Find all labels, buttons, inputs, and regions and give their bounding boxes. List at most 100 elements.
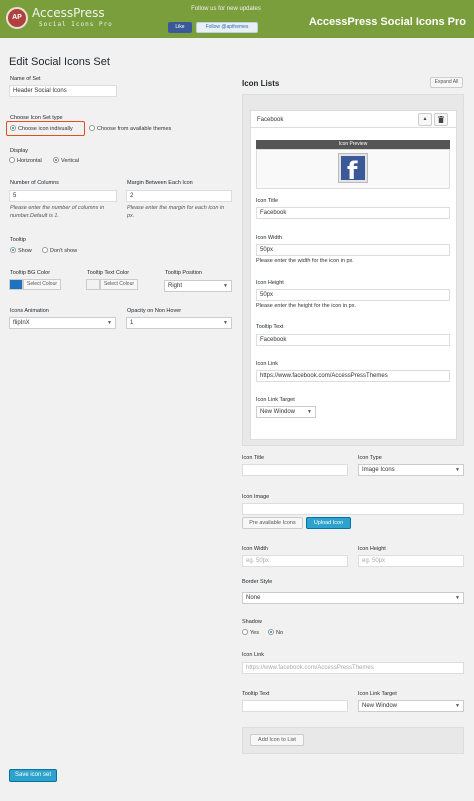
card-icon-height-label: Icon Height [256, 280, 284, 286]
new-link-target-label: Icon Link Target [358, 691, 397, 697]
move-up-button[interactable]: ▲ [418, 113, 432, 126]
follow-text: Follow us for new updates [191, 6, 261, 12]
chevron-down-icon: ▼ [455, 703, 460, 709]
pre-available-icons-button[interactable]: Pre available Icons [242, 517, 303, 529]
new-icon-width-label: Icon Width [242, 546, 268, 552]
new-icon-link-label: Icon Link [242, 652, 265, 658]
animation-label: Icons Animation [10, 308, 49, 314]
logo-subtitle: Social Icons Pro [39, 21, 113, 28]
radio-tooltip-show[interactable]: Show [10, 247, 32, 254]
new-icon-image-label: Icon Image [242, 494, 270, 500]
margin-note: Please enter the margin for each icon in… [127, 205, 225, 219]
product-title: AccessPress Social Icons Pro [308, 16, 466, 28]
chevron-down-icon: ▼ [223, 283, 228, 289]
expand-all-button[interactable]: Expand All [430, 77, 463, 88]
new-icon-title-input[interactable] [242, 464, 348, 476]
facebook-icon: f [339, 154, 367, 185]
card-link-target-label: Icon Link Target [256, 397, 295, 403]
opacity-label: Opacity on Non Hover [127, 308, 182, 314]
new-icon-width-input[interactable]: eg. 50px [242, 555, 348, 567]
radio-choose-individually[interactable]: Choose icon indivually [10, 125, 73, 132]
arrow-up-icon: ▲ [422, 116, 428, 122]
tooltip-position-label: Tooltip Position [165, 270, 202, 276]
animation-select[interactable]: flipInX ▼ [9, 317, 116, 329]
icon-preview-header: Icon Preview [256, 140, 450, 149]
facebook-glyph: f [347, 157, 358, 185]
tooltip-text-label: Tooltip Text Color [87, 270, 130, 276]
radio-label: Show [18, 248, 32, 254]
top-banner: AP AccessPress Social Icons Pro Follow u… [0, 0, 474, 38]
new-icon-type-select[interactable]: Image Icons ▼ [358, 464, 464, 476]
card-icon-width-note: Please enter the width for the icon in p… [256, 258, 354, 264]
new-icon-height-input[interactable]: eg. 50px [358, 555, 464, 567]
logo-badge: AP [6, 7, 28, 29]
radio-vertical[interactable]: Vertical [53, 157, 79, 164]
card-icon-height-note: Please enter the height for the icon in … [256, 303, 356, 309]
save-icon-set-button[interactable]: Save icon set [9, 769, 57, 782]
radio-shadow-yes[interactable]: Yes [242, 629, 259, 636]
set-name-input[interactable]: Header Social Icons [9, 85, 117, 97]
radio-tooltip-dont-show[interactable]: Don't show [42, 247, 77, 254]
new-icon-height-label: Icon Height [358, 546, 386, 552]
display-label: Display [10, 148, 29, 154]
like-label: Like [175, 24, 185, 30]
new-tooltip-text-input[interactable] [242, 700, 348, 712]
select-value: Image Icons [362, 467, 395, 473]
tooltip-position-select[interactable]: Right ▼ [164, 280, 232, 292]
add-icon-to-list-button[interactable]: Add Icon to List [250, 734, 304, 746]
opacity-select[interactable]: 1 ▼ [126, 317, 232, 329]
tooltip-text-select-colour-button[interactable]: Select Colour [100, 279, 139, 290]
tooltip-text-swatch[interactable] [86, 279, 100, 290]
radio-label: Don't show [50, 248, 78, 254]
trash-icon [438, 116, 444, 123]
icon-card-title: Facebook [257, 117, 284, 123]
tooltip-bg-swatch[interactable] [9, 279, 23, 290]
facebook-like-button[interactable]: Like [168, 22, 192, 33]
tooltip-label: Tooltip [10, 237, 26, 243]
radio-label: Choose icon indivually [18, 126, 73, 132]
card-icon-height-input[interactable]: 50px [256, 289, 450, 301]
card-tooltip-text-label: Tooltip Text [256, 324, 284, 330]
columns-note: Please enter the number of columns in nu… [10, 205, 105, 219]
radio-label: No [276, 630, 284, 636]
chevron-down-icon: ▼ [455, 467, 460, 473]
radio-shadow-no[interactable]: No [268, 629, 283, 636]
radio-icon [242, 629, 248, 635]
tooltip-bg-label: Tooltip BG Color [10, 270, 51, 276]
card-link-target-select[interactable]: New Window ▼ [256, 406, 316, 418]
card-tooltip-text-input[interactable]: Facebook [256, 334, 450, 346]
twitter-follow-button[interactable]: Follow @apthemes [196, 22, 258, 33]
border-style-select[interactable]: None ▼ [242, 592, 464, 604]
upload-icon-button[interactable]: Upload Icon [306, 517, 351, 529]
shadow-label: Shadow [242, 619, 262, 625]
new-icon-title-label: Icon Title [242, 455, 265, 461]
chevron-down-icon: ▼ [307, 409, 312, 415]
radio-icon [9, 157, 15, 163]
border-style-label: Border Style [242, 579, 273, 585]
new-link-target-select[interactable]: New Window ▼ [358, 700, 464, 712]
delete-button[interactable] [434, 113, 448, 126]
twitter-follow-label: Follow @apthemes [205, 24, 249, 30]
radio-label: Horizontal [17, 158, 42, 164]
select-value: flipInX [13, 320, 30, 326]
tooltip-bg-select-colour-button[interactable]: Select Colour [23, 279, 62, 290]
chevron-down-icon: ▼ [455, 595, 460, 601]
margin-input[interactable]: 2 [126, 190, 232, 202]
radio-icon [42, 247, 48, 253]
columns-input[interactable]: 5 [9, 190, 117, 202]
radio-choose-themes[interactable]: Choose from available themes [89, 125, 171, 132]
card-icon-title-input[interactable]: Facebook [256, 207, 450, 219]
new-tooltip-text-label: Tooltip Text [242, 691, 270, 697]
card-icon-link-label: Icon Link [256, 361, 279, 367]
select-value: New Window [260, 409, 296, 415]
radio-icon [89, 125, 95, 131]
new-icon-image-input[interactable] [242, 503, 464, 515]
name-label: Name of Set [10, 76, 41, 82]
columns-label: Number of Columns [10, 180, 59, 186]
new-icon-link-input[interactable]: https://www.facebook.com/AccessPressThem… [242, 662, 464, 674]
select-value: None [246, 595, 261, 601]
card-icon-link-input[interactable]: https://www.facebook.com/AccessPressThem… [256, 370, 450, 382]
radio-horizontal[interactable]: Horizontal [9, 157, 42, 164]
card-icon-width-input[interactable]: 50px [256, 244, 450, 256]
radio-icon [53, 157, 59, 163]
